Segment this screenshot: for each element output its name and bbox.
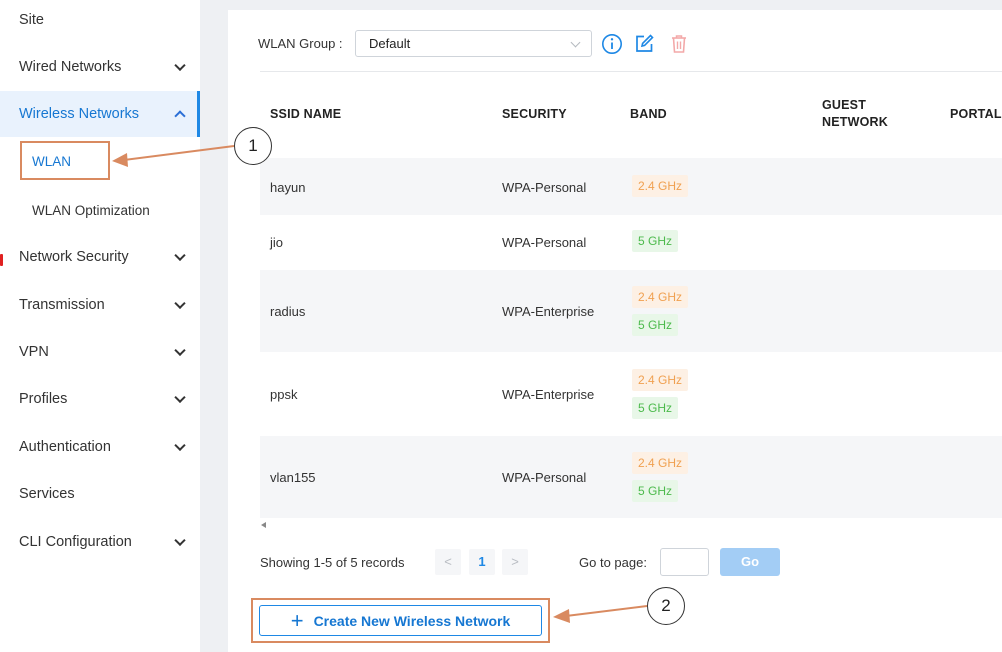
sidebar-item-services[interactable]: Services (0, 471, 200, 517)
chevron-down-icon (174, 297, 186, 310)
sidebar-item-label: CLI Configuration (19, 534, 132, 550)
records-summary: Showing 1-5 of 5 records (260, 555, 405, 570)
security-type: WPA-Personal (502, 180, 587, 195)
chevron-down-icon (174, 534, 186, 547)
callout-1: 1 (234, 127, 272, 165)
prev-page-button[interactable]: < (435, 549, 461, 575)
band-badge-5ghz: 5 GHz (632, 480, 679, 502)
divider (260, 71, 1002, 72)
chevron-up-icon (174, 110, 186, 122)
wlan-group-select[interactable]: Default (355, 30, 592, 57)
sidebar-item-authentication[interactable]: Authentication (0, 424, 200, 470)
ssid-name: ppsk (270, 387, 298, 402)
column-header-guest-network: GUEST NETWORK (822, 98, 888, 129)
sidebar: Site Wired Networks Wireless Networks WL… (0, 0, 200, 652)
ssid-name: jio (270, 235, 284, 250)
band-badge-2-4ghz: 2.4 GHz (632, 286, 689, 308)
edit-icon[interactable] (633, 33, 655, 55)
chevron-down-icon (570, 37, 581, 48)
sidebar-item-label: Profiles (19, 391, 68, 407)
sidebar-item-label: Wireless Networks (19, 106, 140, 122)
sidebar-item-label: Transmission (19, 297, 105, 313)
security-type: WPA-Enterprise (502, 304, 595, 319)
sidebar-item-label: VPN (19, 344, 49, 360)
sidebar-item-wireless-networks[interactable]: Wireless Networks (0, 91, 200, 137)
column-header-portal: PORTAL (950, 107, 1002, 121)
column-header-ssid: SSID NAME (270, 107, 342, 121)
goto-page-label: Go to page: (579, 555, 647, 570)
sidebar-item-label: WLAN Optimization (32, 202, 150, 218)
sidebar-item-network-security[interactable]: Network Security (0, 234, 200, 280)
ssid-name: hayun (270, 180, 306, 195)
sidebar-item-cli-configuration[interactable]: CLI Configuration (0, 519, 200, 565)
sidebar-item-transmission[interactable]: Transmission (0, 282, 200, 328)
sidebar-item-label: Site (19, 12, 44, 28)
page-number-button[interactable]: 1 (469, 549, 495, 575)
security-type: WPA-Personal (502, 470, 587, 485)
chevron-down-icon (174, 439, 186, 452)
sidebar-item-profiles[interactable]: Profiles (0, 376, 200, 422)
table-row[interactable] (260, 352, 1002, 436)
ssid-name: vlan155 (270, 470, 316, 485)
band-badge-5ghz: 5 GHz (632, 314, 679, 336)
band-badge-5ghz: 5 GHz (632, 230, 679, 252)
annotation-box (20, 141, 110, 180)
column-header-band: BAND (630, 107, 667, 121)
info-icon[interactable] (601, 33, 623, 55)
go-button[interactable]: Go (720, 548, 780, 576)
error-marker (0, 254, 3, 266)
security-type: WPA-Enterprise (502, 387, 595, 402)
create-wireless-network-button[interactable]: + Create New Wireless Network (259, 605, 542, 636)
delete-icon[interactable] (668, 33, 690, 55)
table-row[interactable] (260, 436, 1002, 518)
sidebar-item-label: Wired Networks (19, 59, 122, 75)
sidebar-item-wired-networks[interactable]: Wired Networks (0, 44, 200, 90)
wlan-group-label: WLAN Group : (258, 36, 343, 51)
ssid-name: radius (270, 304, 306, 319)
band-badge-2-4ghz: 2.4 GHz (632, 369, 689, 391)
sidebar-subitem-wlan-optimization[interactable]: WLAN Optimization (0, 190, 200, 230)
table-row[interactable] (260, 158, 1002, 215)
sidebar-item-label: Services (19, 486, 75, 502)
next-page-button[interactable]: > (502, 549, 528, 575)
chevron-down-icon (174, 391, 186, 404)
wlan-group-value: Default (369, 36, 411, 51)
table-row[interactable] (260, 270, 1002, 352)
plus-icon: + (290, 607, 304, 633)
table-row[interactable] (260, 215, 1002, 270)
column-header-security: SECURITY (502, 107, 567, 121)
band-badge-2-4ghz: 2.4 GHz (632, 175, 689, 197)
goto-page-input[interactable] (660, 548, 709, 576)
chevron-down-icon (174, 59, 186, 72)
chevron-down-icon (174, 249, 186, 262)
scroll-left-arrow-icon[interactable] (261, 522, 266, 528)
callout-2: 2 (647, 587, 685, 625)
sidebar-item-label: Authentication (19, 439, 111, 455)
band-badge-2-4ghz: 2.4 GHz (632, 452, 689, 474)
chevron-down-icon (174, 344, 186, 357)
sidebar-item-label: Network Security (19, 249, 129, 265)
band-badge-5ghz: 5 GHz (632, 397, 679, 419)
security-type: WPA-Personal (502, 235, 587, 250)
sidebar-item-site[interactable]: Site (0, 0, 200, 40)
create-button-label: Create New Wireless Network (313, 612, 511, 629)
sidebar-item-vpn[interactable]: VPN (0, 329, 200, 375)
